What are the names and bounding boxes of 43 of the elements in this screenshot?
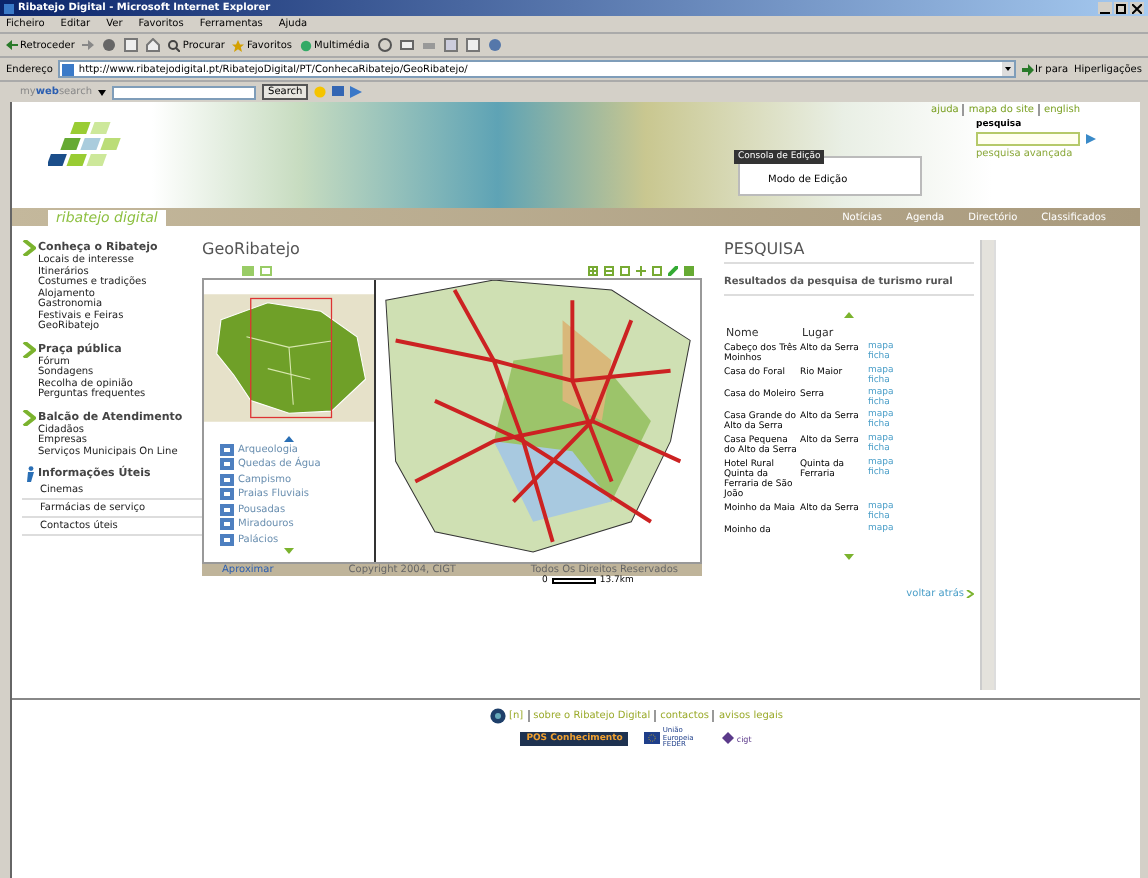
up-arrow-icon[interactable] (284, 436, 294, 442)
pan-icon[interactable] (636, 265, 646, 275)
down-arrow-icon[interactable] (284, 547, 294, 553)
eu-flag-icon (644, 732, 661, 745)
screen-icon[interactable] (332, 86, 345, 98)
media-icon (300, 39, 313, 51)
section-title: GeoRibatejo (202, 240, 302, 262)
panel-title: PESQUISA (724, 240, 974, 264)
globe-icon (489, 708, 506, 724)
search-icon (168, 39, 181, 51)
page-icon (62, 63, 75, 75)
dropdown-icon[interactable] (1001, 62, 1014, 76)
back-arrow-icon (6, 40, 18, 50)
chevron-icon (22, 341, 36, 357)
chevron-icon (22, 240, 36, 256)
scrollbar[interactable] (980, 240, 994, 690)
refresh-icon[interactable] (124, 38, 139, 52)
browser-icon (4, 3, 14, 13)
up-arrow-icon[interactable] (844, 312, 854, 318)
pencil-icon[interactable] (668, 265, 678, 275)
forward-arrow-icon[interactable] (82, 40, 95, 50)
maximize-icon (1116, 3, 1126, 13)
mail-icon[interactable] (399, 38, 414, 52)
close-icon (1132, 3, 1142, 13)
play-icon[interactable] (350, 86, 363, 98)
down-arrow-icon[interactable] (844, 554, 854, 560)
arrow-icon (1021, 63, 1034, 75)
star-icon (232, 39, 245, 51)
websearch-field[interactable] (112, 85, 257, 99)
info-icon (22, 466, 36, 482)
close-button[interactable] (1130, 2, 1144, 14)
maximize-button[interactable] (1114, 2, 1128, 14)
scale-bar-icon (551, 578, 596, 584)
zoom-out-icon[interactable] (604, 265, 614, 275)
minimize-button[interactable] (1098, 2, 1112, 14)
zoom-in-icon[interactable] (588, 265, 598, 275)
chevron-icon (22, 409, 36, 425)
chevron-icon (966, 590, 974, 598)
go-arrow-icon[interactable] (1086, 134, 1096, 144)
home-icon[interactable] (146, 38, 161, 52)
diamond-icon (722, 732, 735, 745)
caret-icon[interactable] (98, 89, 107, 95)
search-field[interactable] (976, 132, 1080, 146)
